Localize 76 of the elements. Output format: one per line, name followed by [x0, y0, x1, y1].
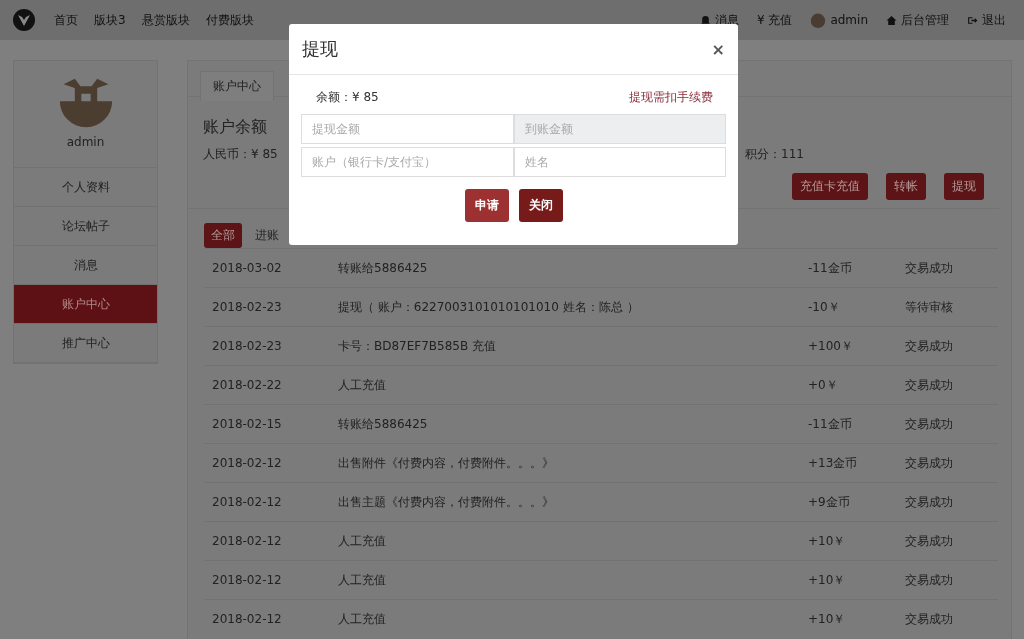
action-button[interactable]: 转帐 [886, 173, 926, 200]
table-cell-text: 人工充值 [338, 376, 387, 394]
username: admin [66, 135, 105, 149]
home-icon [886, 14, 897, 26]
nav-link[interactable]: admin [830, 13, 868, 27]
table-cell-text: 交易成功 [905, 415, 954, 433]
balance-text: 余额：¥ 85 [316, 89, 379, 106]
nav-link[interactable]: 退出 [982, 11, 1006, 29]
table-cell-text: 人工充值 [338, 610, 387, 628]
table-cell-text: 卡号：BD87EF7B585B 充值 [338, 337, 498, 355]
table-cell-text: 2018-02-15 [211, 417, 283, 431]
table-cell-text: 2018-02-12 [211, 495, 283, 509]
nav-link[interactable]: 首页 [54, 11, 78, 29]
table-cell-text: 交易成功 [905, 454, 954, 472]
table-cell-text: 交易成功 [905, 610, 954, 628]
dialog-button[interactable]: 申请 [464, 189, 509, 222]
input-field[interactable]: 账户（银行卡/支付宝） [301, 147, 514, 177]
table-cell-text: +10￥ [808, 571, 847, 589]
table-cell-text: 交易成功 [905, 259, 954, 277]
nav-link[interactable]: 版块3 [94, 11, 126, 29]
table-cell-text: 出售附件《付费内容，付费附件。。。》 [338, 454, 555, 472]
filter-tab[interactable]: 全部 [204, 223, 242, 248]
table-cell-text: 交易成功 [905, 493, 954, 511]
table-cell-text: -10￥ [808, 298, 841, 316]
rmb-balance: 人民币：¥ 85 [203, 146, 278, 163]
table-cell-text: 交易成功 [905, 376, 954, 394]
nav-link[interactable]: 后台管理 [901, 11, 949, 29]
table-cell-text: 2018-02-22 [211, 378, 283, 392]
table-cell-text: 交易成功 [905, 337, 954, 355]
close-button[interactable]: × [711, 39, 725, 59]
table-cell-text: 2018-02-12 [211, 612, 283, 626]
table-cell-text: 2018-02-23 [211, 300, 283, 314]
avatar-icon [810, 12, 827, 28]
table-cell-text: -11金币 [808, 259, 853, 277]
table-cell-text: 2018-02-12 [211, 456, 283, 470]
table-cell-text: 2018-02-12 [211, 573, 283, 587]
input-field[interactable]: 提现金额 [301, 114, 514, 144]
points-balance: 积分：111 [745, 146, 804, 163]
table-cell-text: 2018-03-02 [211, 261, 283, 275]
table-cell-text: 提现（ 账户：6227003101010101010 姓名：陈总 ） [338, 298, 640, 316]
nav-link[interactable]: 悬赏版块 [141, 11, 190, 29]
table-cell-text: 交易成功 [905, 571, 954, 589]
table-cell-text: +100￥ [808, 337, 854, 355]
dialog-button[interactable]: 关闭 [518, 189, 563, 222]
action-button[interactable]: 充值卡充值 [792, 173, 868, 200]
action-button[interactable]: 提现 [944, 173, 984, 200]
table-cell-text: +0￥ [808, 376, 839, 394]
nav-link[interactable]: 付费版块 [205, 11, 254, 29]
input-field[interactable]: 姓名 [513, 147, 726, 177]
table-cell-text: 2018-02-12 [211, 534, 283, 548]
sidebar-item[interactable]: 论坛帖子 [14, 207, 157, 246]
bell-icon [699, 14, 711, 26]
fee-note: 提现需扣手续费 [629, 89, 713, 106]
table-cell-text: 等待审核 [905, 298, 954, 316]
sidebar-item[interactable]: 个人资料 [14, 168, 157, 207]
table-cell-text: +10￥ [808, 610, 847, 628]
sidebar-item[interactable]: 账户中心 [14, 285, 157, 324]
nav-link[interactable]: ¥ 充值 [756, 11, 793, 29]
sidebar-item[interactable]: 推广中心 [14, 324, 157, 363]
tab[interactable]: 账户中心 [200, 71, 274, 101]
exit-icon [967, 14, 978, 26]
table-cell-text: +9金币 [808, 493, 851, 511]
table-cell-text: +13金币 [808, 454, 859, 472]
logo-icon[interactable] [12, 8, 36, 32]
balance-heading: 账户余额 [203, 117, 267, 138]
table-cell-text: +10￥ [808, 532, 847, 550]
table-cell-text: 出售主题《付费内容，付费附件。。。》 [338, 493, 555, 511]
table-cell-text: 2018-02-23 [211, 339, 283, 353]
table-cell-text: -11金币 [808, 415, 853, 433]
table-cell-text: 交易成功 [905, 532, 954, 550]
table-cell-text: 转账给5886425 [338, 415, 429, 433]
filter-tab[interactable]: 进账 [248, 223, 286, 248]
table-cell-text: 转账给5886425 [338, 259, 429, 277]
dialog-title: 提现 [302, 37, 338, 61]
table-cell-text: 人工充值 [338, 571, 387, 589]
table-cell-text: 人工充值 [338, 532, 387, 550]
